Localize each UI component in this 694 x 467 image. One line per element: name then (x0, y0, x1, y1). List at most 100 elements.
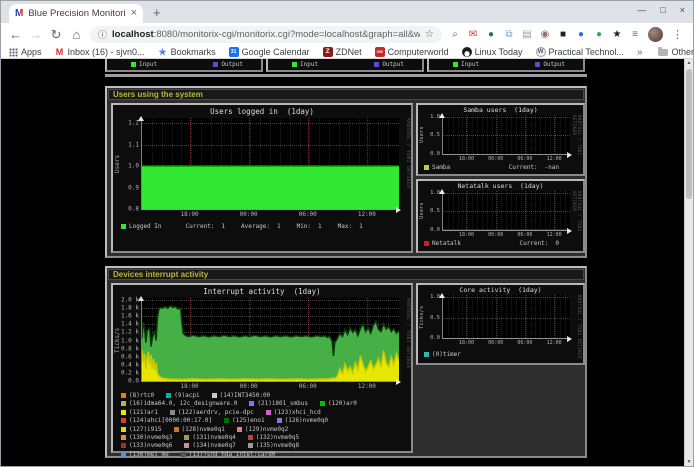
legend-item-input: Input (453, 61, 479, 68)
reload-icon[interactable]: ↻ (50, 28, 63, 41)
x-axis-arrow (396, 379, 404, 385)
legend-row: (136)mei_me(137)snd_hda_intel:card0 (121, 451, 407, 458)
scrollbar-thumb[interactable] (686, 69, 692, 199)
network-graph-panel-bottom[interactable]: InputOutput (427, 59, 585, 72)
ext-pin-icon[interactable]: ★ (611, 30, 623, 40)
legend-color-swatch (121, 401, 126, 406)
bookmark-computerworld[interactable]: cwComputerworld (375, 47, 449, 57)
bookmark-calendar[interactable]: 31Google Calendar (229, 47, 310, 57)
network-graph-panel-bottom[interactable]: InputOutput (266, 59, 424, 72)
core-activity-graph[interactable]: Core activity (1day) Ticks/s 1.00.50.018… (416, 283, 585, 365)
ext-copy-pages-icon[interactable]: ⧉ (503, 30, 515, 40)
bookmarks-overflow-chevron[interactable]: » (637, 47, 643, 58)
y-tick-label: 0.0 (128, 378, 139, 385)
legend-item: (120)ar0 (320, 400, 357, 407)
maximize-button[interactable]: □ (660, 5, 665, 15)
y-tick-label: 0.9 (128, 184, 139, 191)
close-button[interactable]: × (680, 5, 685, 15)
legend-color-swatch (535, 62, 540, 67)
network-graph-panel-bottom[interactable]: InputOutput (105, 59, 263, 72)
other-bookmarks-label: Other bookmarks (671, 47, 694, 57)
graph-legend: Samba Current:-nan (424, 164, 575, 171)
legend-color-swatch (424, 165, 429, 170)
ext-mail-checker-icon[interactable]: ✉ (467, 30, 479, 40)
stat-label: Current: (186, 223, 215, 230)
legend-color-swatch (121, 443, 126, 448)
browser-menu-icon[interactable]: ⋮ (670, 28, 685, 41)
stat-label: Current: (509, 164, 538, 171)
bookmark-star[interactable]: ★Bookmarks (158, 47, 216, 57)
graph-title: Interrupt activity (1day) (113, 287, 411, 296)
chart-series-canvas (142, 118, 399, 209)
legend-stat: Current:-nan (509, 164, 559, 171)
scrollbar-up-icon[interactable]: ▲ (685, 60, 693, 66)
bookmark-label: Computerworld (388, 47, 449, 57)
y-axis-arrow (138, 293, 144, 301)
forward-icon[interactable]: → (29, 28, 42, 41)
legend-stat: Min:1 (297, 223, 322, 230)
bookmark-star-icon[interactable]: ☆ (425, 29, 434, 40)
legend-item-input: Input (292, 61, 318, 68)
gmail-icon: M (55, 47, 65, 57)
back-icon[interactable]: ← (9, 28, 22, 41)
ext-black-square-icon[interactable]: ■ (557, 30, 569, 40)
new-tab-button[interactable]: + (153, 6, 161, 19)
legend-label: (14)INT3450:00 (220, 392, 271, 399)
address-bar[interactable]: ⓘ localhost:8080/monitorix-cgi/monitorix… (90, 26, 442, 43)
other-bookmarks-button[interactable]: Other bookmarks (658, 47, 694, 57)
legend-item: (132)nvme0q5 (248, 434, 299, 441)
tab-close-icon[interactable]: × (131, 8, 137, 19)
legend-label: (9)acpi (174, 392, 199, 399)
y-axis-label: Users (114, 118, 121, 210)
scrollbar-down-icon[interactable]: ▼ (685, 459, 693, 465)
legend-item: (128)nvme0q1 (174, 426, 225, 433)
netatalk-users-graph[interactable]: Netatalk users (1day) Users 1.00.50.018:… (416, 179, 585, 253)
graph-legend: (8)rtc0(9)acpi(14)INT3450:00(16)idma64.0… (121, 392, 407, 459)
legend-label: (136)mei_me (129, 451, 169, 458)
x-tick-label: 12:00 (358, 211, 376, 218)
page-info-icon[interactable]: ⓘ (98, 28, 107, 41)
apps-shortcut[interactable]: Apps (9, 47, 42, 57)
bookmark-penguin[interactable]: Linux Today (462, 47, 523, 57)
tab-blue-precision-monitorix[interactable]: M Blue Precision Monitorix × (9, 4, 143, 23)
ext-media-queue-icon[interactable]: ≡ (629, 30, 641, 40)
x-tick-label: 12:00 (547, 340, 562, 346)
legend-item: (122)aerdrv, pcie-dpc (170, 409, 254, 416)
page-scrollbar[interactable]: ▲ ▼ (684, 59, 693, 466)
samba-users-graph[interactable]: Samba users (1day) Users 1.00.50.018:000… (416, 103, 585, 176)
legend-color-swatch (453, 62, 458, 67)
legend-item: (134)nvme0q7 (184, 442, 235, 449)
legend-color-swatch (121, 224, 126, 229)
users-logged-in-graph[interactable]: Users logged in (1day) Users 1.21.11.00.… (111, 103, 413, 253)
legend-item: (131)nvme0q4 (184, 434, 235, 441)
chart-series-canvas (142, 298, 399, 381)
stat-value: 0 (555, 240, 559, 247)
chart-series-canvas (443, 115, 570, 154)
ext-green-dot-icon[interactable]: ● (593, 30, 605, 40)
legend-item: (124)ahci[0000:00:17.0] (121, 417, 212, 424)
legend-item: Samba (424, 164, 450, 171)
y-tick-label: 0.5 (430, 208, 440, 214)
minimize-button[interactable]: — (637, 5, 646, 15)
ext-camera-icon[interactable]: ◉ (539, 30, 551, 40)
home-icon[interactable]: ⌂ (70, 28, 83, 41)
bookmark-wordpress[interactable]: WPractical Technol... (536, 47, 624, 57)
extension-icons: ⌕ ✉ ● ⧉ ▤ ◉ ■ ● ● ★ ≡ (449, 30, 641, 40)
url-text: localhost:8080/monitorix-cgi/monitorix.c… (112, 29, 420, 40)
rrdtool-watermark: RRDTOOL / TOBI OETIKER (577, 295, 582, 359)
y-axis-label: Ticks/s (419, 295, 425, 339)
legend-label: (16)idma64.0, i2c_designware.0 (129, 400, 237, 407)
ext-gray-page-icon[interactable]: ▤ (521, 30, 533, 40)
interrupt-activity-graph[interactable]: Interrupt activity (1day) Ticks/s 2.0 k1… (111, 283, 413, 453)
bookmark-zdnet[interactable]: ZZDNet (323, 47, 362, 57)
y-tick-label: 1.2 k (121, 329, 139, 336)
ext-green-globe-icon[interactable]: ● (485, 30, 497, 40)
ext-blue-dot-icon[interactable]: ● (575, 30, 587, 40)
profile-avatar[interactable] (648, 27, 663, 42)
legend-color-swatch (170, 410, 175, 415)
x-axis-arrow (396, 207, 404, 213)
bookmark-gmail[interactable]: MInbox (16) - sjvn0... (55, 47, 145, 57)
y-tick-label: 0.5 (430, 132, 440, 138)
x-tick-label: 12:00 (547, 156, 562, 162)
ext-search-icon[interactable]: ⌕ (449, 30, 461, 40)
